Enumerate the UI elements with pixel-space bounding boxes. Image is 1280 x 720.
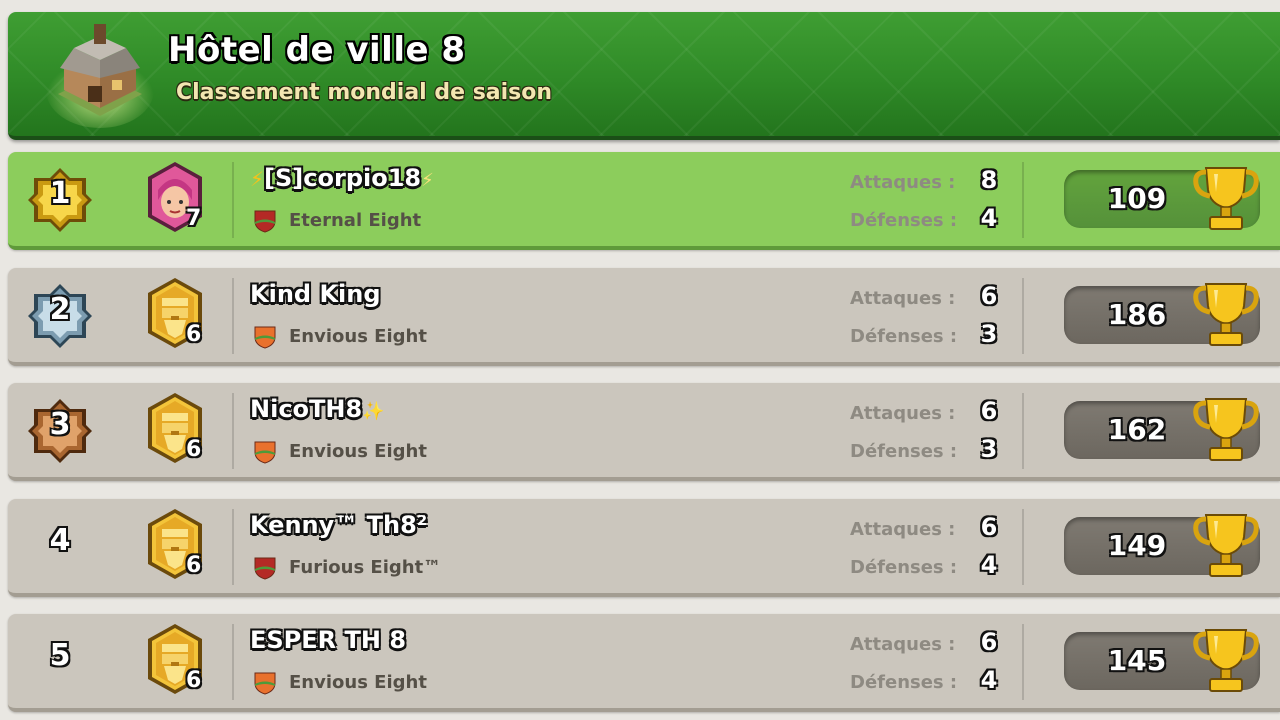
town-hall-icon — [46, 24, 154, 128]
clan-badge-icon — [254, 326, 276, 349]
defenses-label: Défenses : — [850, 441, 958, 462]
page-title: Hôtel de ville 8 — [168, 30, 466, 70]
trophy-count: 186 — [1107, 298, 1167, 331]
player-name-text: Kind King — [250, 280, 381, 308]
page-subtitle: Classement mondial de saison — [176, 80, 553, 105]
name-suffix: ⚡ — [421, 170, 434, 191]
trophy-count: 162 — [1107, 413, 1167, 446]
leaderboard-row[interactable]: 3 6 NicoTH8✨ Envious Eight Attaques : 6 … — [8, 383, 1280, 481]
defenses-label: Défenses : — [850, 326, 958, 347]
attacks-label: Attaques : — [850, 634, 956, 655]
player-name-text: NicoTH8 — [250, 395, 363, 423]
rank-number: 2 — [49, 292, 71, 327]
defenses-value: 3 — [980, 435, 998, 463]
trophy-icon — [1193, 283, 1259, 346]
divider — [232, 278, 234, 354]
attacks-value: 8 — [980, 166, 998, 194]
clan-name[interactable]: Envious Eight — [289, 326, 427, 347]
trophy-icon — [1193, 514, 1259, 577]
divider — [232, 624, 234, 700]
attacks-label: Attaques : — [850, 172, 956, 193]
player-name[interactable]: ESPER TH 8 — [250, 626, 406, 654]
trophy-icon — [1193, 167, 1259, 230]
attacks-value: 6 — [980, 513, 998, 541]
attacks-value: 6 — [980, 628, 998, 656]
divider — [1022, 509, 1024, 585]
rank-number: 5 — [49, 638, 71, 673]
attacks-value: 6 — [980, 282, 998, 310]
player-level: 6 — [186, 322, 202, 347]
rank-number: 4 — [49, 523, 71, 558]
player-level: 6 — [186, 437, 202, 462]
attacks-value: 6 — [980, 397, 998, 425]
trophy-count: 145 — [1107, 644, 1167, 677]
defenses-label: Défenses : — [850, 557, 958, 578]
attacks-label: Attaques : — [850, 403, 956, 424]
clan-badge-icon — [254, 210, 276, 233]
leaderboard-header: Hôtel de ville 8 Classement mondial de s… — [8, 12, 1280, 140]
trophy-count: 149 — [1107, 529, 1167, 562]
divider — [232, 393, 234, 469]
player-name-text: [S]corpio18 — [264, 164, 422, 192]
defenses-value: 4 — [980, 204, 998, 232]
divider — [1022, 278, 1024, 354]
player-name[interactable]: NicoTH8✨ — [250, 395, 385, 423]
player-level: 7 — [186, 206, 202, 231]
divider — [1022, 393, 1024, 469]
defenses-label: Défenses : — [850, 672, 958, 693]
clan-badge-icon — [254, 441, 276, 464]
clan-name[interactable]: Eternal Eight — [289, 210, 421, 231]
leaderboard-row[interactable]: 5 6 ESPER TH 8 Envious Eight Attaques : … — [8, 614, 1280, 712]
defenses-value: 4 — [980, 666, 998, 694]
clan-badge-icon — [254, 557, 276, 580]
player-name[interactable]: Kind King — [250, 280, 381, 308]
rank-number: 1 — [49, 176, 71, 211]
defenses-value: 3 — [980, 320, 998, 348]
clan-name[interactable]: Furious Eight™ — [289, 557, 441, 578]
player-name[interactable]: Kenny™ Th8² — [250, 511, 427, 539]
attacks-label: Attaques : — [850, 519, 956, 540]
name-suffix: ✨ — [362, 401, 385, 422]
leaderboard-row[interactable]: 1 7 ⚡[S]corpio18⚡ Eternal Eight Attaques… — [8, 152, 1280, 250]
player-name[interactable]: ⚡[S]corpio18⚡ — [250, 164, 434, 192]
divider — [232, 509, 234, 585]
leaderboard-row[interactable]: 2 6 Kind King Envious Eight Attaques : 6… — [8, 268, 1280, 366]
rank-number: 3 — [49, 407, 71, 442]
trophy-icon — [1193, 398, 1259, 461]
defenses-label: Défenses : — [850, 210, 958, 231]
leaderboard-row[interactable]: 4 6 Kenny™ Th8² Furious Eight™ Attaques … — [8, 499, 1280, 597]
attacks-label: Attaques : — [850, 288, 956, 309]
player-level: 6 — [186, 553, 202, 578]
clan-badge-icon — [254, 672, 276, 695]
trophy-icon — [1193, 629, 1259, 692]
divider — [232, 162, 234, 238]
trophy-count: 109 — [1107, 182, 1167, 215]
player-level: 6 — [186, 668, 202, 693]
player-name-text: Kenny™ Th8² — [250, 511, 428, 539]
clan-name[interactable]: Envious Eight — [289, 441, 427, 462]
defenses-value: 4 — [980, 551, 998, 579]
name-prefix: ⚡ — [250, 167, 265, 191]
divider — [1022, 624, 1024, 700]
clan-name[interactable]: Envious Eight — [289, 672, 427, 693]
player-name-text: ESPER TH 8 — [250, 626, 407, 654]
divider — [1022, 162, 1024, 238]
